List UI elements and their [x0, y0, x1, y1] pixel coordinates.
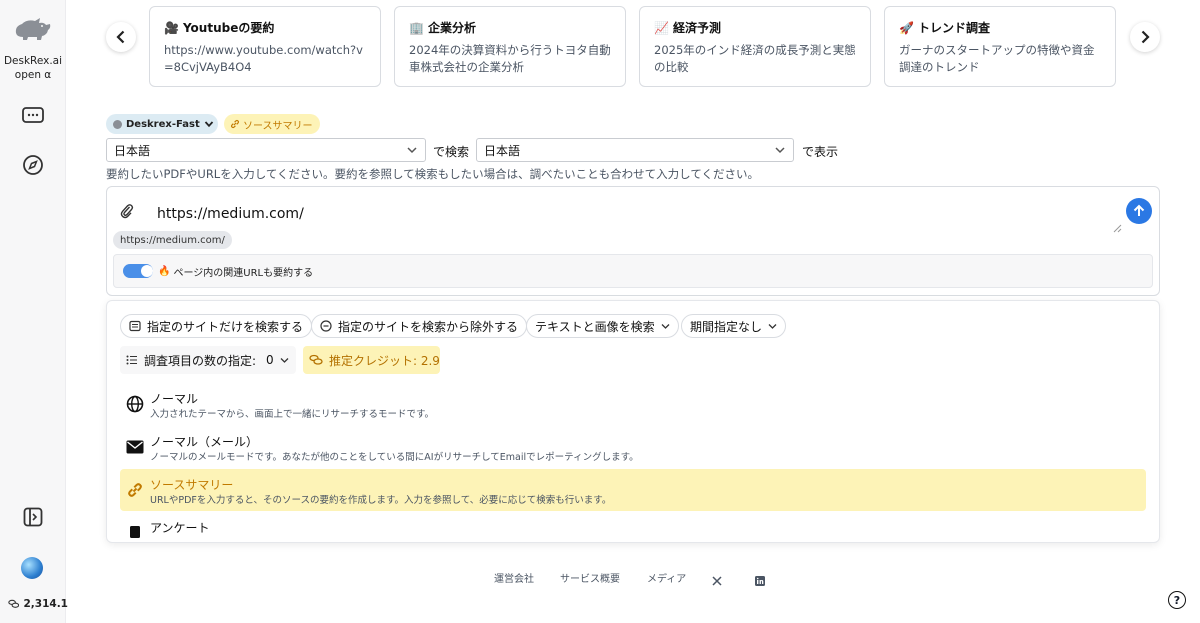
model-logo-icon: [113, 119, 122, 129]
mode-name: ソースサマリー: [150, 478, 234, 492]
mode-desc: ノーマルのメールモードです。あなたが他のことをしている間にAIがリサーチしてEm…: [150, 452, 639, 463]
mode-list-overflow: アンケート: [106, 512, 1160, 542]
link-icon: [126, 481, 144, 499]
fire-icon: 🔥: [158, 266, 171, 277]
display-language-suffix: で表示: [802, 145, 839, 159]
credits-display: 2,314.1: [8, 598, 68, 610]
send-button[interactable]: [1126, 198, 1152, 224]
toggle-label: 🔥 ページ内の関連URLも要約する: [158, 264, 313, 279]
mode-chip[interactable]: ソースサマリー: [224, 114, 320, 134]
mode-name: ノーマル: [150, 392, 199, 406]
period-label: 期間指定なし: [690, 319, 763, 334]
video-camera-icon: 🎥: [164, 20, 179, 35]
mode-desc: 入力されたテーマから、画面上で一緒にリサーチするモードです。: [150, 409, 435, 420]
card-title: 📈 経済予測: [654, 20, 721, 36]
item-count-value: 0: [266, 353, 274, 367]
search-language-value: 日本語: [114, 143, 151, 158]
chevron-down-icon: [407, 147, 417, 154]
suggestion-card[interactable]: 🎥 Youtubeの要約 https://www.youtube.com/watc…: [149, 6, 381, 87]
chat-icon[interactable]: [18, 102, 48, 128]
suggestion-card[interactable]: 🏢 企業分析 2024年の決算資料から行うトヨタ自動車株式会社の企業分析: [394, 6, 626, 87]
toggle-label-text: ページ内の関連URLも要約する: [173, 268, 314, 279]
chevron-down-icon: [280, 357, 289, 363]
coins-icon: [309, 354, 323, 365]
item-count-selector[interactable]: 調査項目の数の指定: 0: [120, 346, 296, 374]
chevron-down-icon: [661, 323, 670, 329]
mode-name: ノーマル（メール）: [150, 435, 259, 449]
toggle-knob: [141, 265, 153, 277]
globe-icon: [126, 395, 144, 413]
brand-version: open α: [14, 69, 52, 81]
x-logo-icon[interactable]: [712, 571, 722, 586]
suggestion-card[interactable]: 🚀 トレンド調査 ガーナのスタートアップの特徴や資金調達のトレンド: [884, 6, 1116, 87]
search-type-label: テキストと画像を検索: [535, 319, 655, 334]
credit-estimate: 推定クレジット: 2.9: [303, 346, 440, 374]
footer-link-media[interactable]: メディア: [647, 570, 686, 585]
prev-arrow-button[interactable]: [106, 22, 136, 52]
exclude-sites-label: 指定のサイトを検索から除外する: [338, 319, 519, 334]
footer-link-service[interactable]: サービス概要: [560, 570, 620, 585]
footer-link-company[interactable]: 運営会社: [494, 570, 534, 585]
avatar[interactable]: [21, 557, 43, 579]
card-desc: https://www.youtube.com/watch?v=8CvjVAyB…: [164, 43, 363, 74]
card-title: 🚀 トレンド調査: [899, 20, 990, 36]
paperclip-icon[interactable]: [119, 202, 135, 220]
arrow-up-icon: [1133, 204, 1145, 216]
display-language-select[interactable]: 日本語: [476, 138, 794, 162]
card-desc: 2025年のインド経済の成長予測と実態の比較: [654, 43, 856, 74]
card-title: 🎥 Youtubeの要約: [164, 20, 275, 36]
mode-name: アンケート: [150, 521, 210, 535]
brand: DeskRex.ai open α: [0, 54, 66, 82]
list-icon: [126, 355, 137, 365]
search-language-select[interactable]: 日本語: [106, 138, 426, 162]
card-desc: ガーナのスタートアップの特徴や資金調達のトレンド: [899, 43, 1095, 74]
rocket-icon: 🚀: [899, 20, 914, 35]
help-button[interactable]: ?: [1168, 591, 1186, 609]
mode-chip-label: ソースサマリー: [243, 120, 313, 132]
model-selector[interactable]: Deskrex-Fast: [106, 114, 218, 134]
mode-desc: URLやPDFを入力すると、そのソースの要約を作成します。入力を参照して、必要に…: [150, 495, 612, 506]
chevron-down-icon: [204, 121, 213, 128]
chevron-down-icon: [768, 323, 777, 329]
resize-handle-icon[interactable]: [1113, 218, 1122, 233]
minus-circle-icon: [320, 320, 332, 332]
display-language-value: 日本語: [484, 143, 521, 158]
suggestion-card[interactable]: 📈 経済予測 2025年のインド経済の成長予測と実態の比較: [639, 6, 871, 87]
search-type-dropdown[interactable]: テキストと画像を検索: [526, 314, 679, 338]
next-arrow-button[interactable]: [1130, 22, 1160, 52]
rhino-logo-icon[interactable]: [13, 16, 53, 42]
url-chip[interactable]: https://medium.com/: [113, 231, 232, 249]
site-list-icon: [129, 320, 141, 332]
link-icon: [230, 119, 240, 129]
brand-name: DeskRex.ai: [3, 55, 63, 67]
search-language-suffix: で検索: [433, 145, 470, 159]
chevron-right-icon: [1141, 30, 1150, 44]
include-sites-button[interactable]: 指定のサイトだけを検索する: [120, 314, 313, 338]
coins-icon: [8, 599, 20, 608]
credits-value: 2,314.1: [23, 598, 68, 610]
exclude-sites-button[interactable]: 指定のサイトを検索から除外する: [311, 314, 528, 338]
chevron-down-icon: [775, 147, 785, 154]
chevron-left-icon: [116, 30, 125, 44]
card-title: 🏢 企業分析: [409, 20, 476, 36]
model-name: Deskrex-Fast: [126, 118, 200, 130]
include-sites-label: 指定のサイトだけを検索する: [147, 319, 304, 334]
input-hint: 要約したいPDFやURLを入力してください。要約を参照して検索もしたい場合は、調…: [106, 167, 759, 181]
chart-up-icon: 📈: [654, 20, 669, 35]
compass-icon[interactable]: [18, 152, 48, 178]
mail-icon: [126, 438, 144, 456]
credit-estimate-text: 推定クレジット: 2.9: [329, 353, 440, 368]
card-desc: 2024年の決算資料から行うトヨタ自動車株式会社の企業分析: [409, 43, 611, 74]
office-building-icon: 🏢: [409, 20, 424, 35]
query-input[interactable]: [157, 200, 1122, 228]
linkedin-icon[interactable]: [755, 571, 765, 586]
item-count-label: 調査項目の数の指定:: [144, 353, 257, 368]
panel-toggle-icon[interactable]: [18, 504, 48, 530]
survey-icon: [126, 523, 144, 541]
period-dropdown[interactable]: 期間指定なし: [681, 314, 787, 338]
